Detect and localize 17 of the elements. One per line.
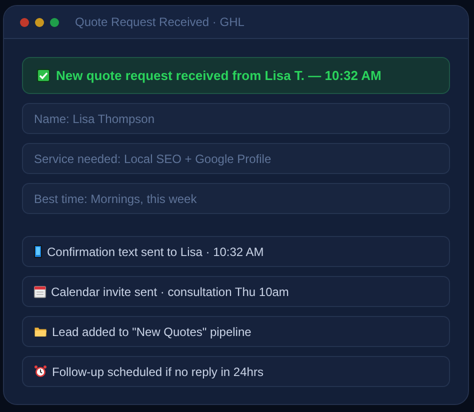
input-field[interactable]: Best time: Mornings, this week	[22, 183, 450, 214]
phone-icon	[34, 245, 42, 258]
activity-text: Calendar invite sent · consultation Thu 10am	[51, 284, 289, 300]
input-field[interactable]: Name: Lisa Thompson	[22, 103, 450, 134]
alarm-clock-icon	[34, 365, 47, 378]
close-button[interactable]	[20, 18, 29, 26]
calendar-icon	[34, 286, 46, 298]
activity-text: Confirmation text sent to Lisa · 10:32 AM	[47, 244, 264, 260]
input-field[interactable]: Service needed: Local SEO + Google Profile	[22, 143, 450, 174]
banner-text: New quote request received from Lisa T. — 10:32 AM	[56, 66, 382, 85]
folder-icon	[34, 326, 47, 337]
checkmark-icon	[37, 69, 50, 82]
maximize-button[interactable]	[50, 18, 59, 26]
window-title: Quote Request Received · GHL	[75, 14, 244, 31]
activity-text: Follow-up scheduled if no reply in 24hrs	[52, 364, 264, 380]
minimize-button[interactable]	[35, 18, 44, 26]
activity-text: Lead added to "New Quotes" pipeline	[52, 324, 252, 340]
